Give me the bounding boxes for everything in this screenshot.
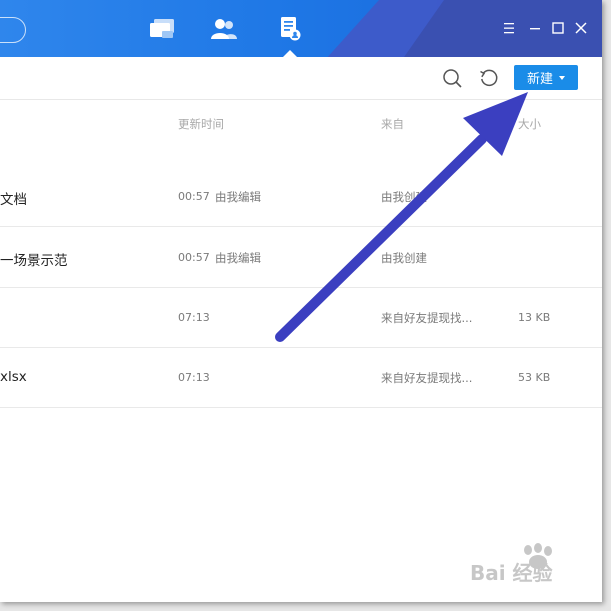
- nav-documents-tab[interactable]: [275, 15, 305, 43]
- title-bar: [0, 0, 602, 57]
- active-tab-indicator: [283, 50, 297, 57]
- chat-icon: [150, 19, 174, 38]
- chevron-down-icon: [559, 75, 565, 80]
- maximize-icon[interactable]: [549, 19, 567, 37]
- new-button[interactable]: 新建: [514, 65, 578, 90]
- minimize-icon[interactable]: [526, 19, 544, 37]
- watermark-text: Bai 经验: [470, 561, 553, 585]
- file-name: 一场景示范: [0, 253, 68, 269]
- column-header-size[interactable]: 大小: [518, 116, 541, 132]
- new-button-label: 新建: [526, 72, 553, 87]
- update-time: 00:57: [178, 251, 210, 264]
- nav-chat-tab[interactable]: [147, 15, 177, 43]
- editor-status: 由我编辑: [215, 190, 261, 204]
- file-source: 来自好友提现找...: [381, 311, 473, 325]
- update-time: 07:13: [178, 311, 210, 324]
- table-row[interactable]: 07:13 来自好友提现找... 13 KB: [0, 287, 602, 348]
- table-row[interactable]: 文档 00:57 由我编辑 由我创建: [0, 166, 602, 227]
- update-time: 07:13: [178, 371, 210, 384]
- column-header-source[interactable]: 来自: [381, 116, 404, 132]
- table-row[interactable]: 一场景示范 00:57 由我编辑 由我创建: [0, 227, 602, 288]
- watermark: Bai 经验: [470, 540, 598, 590]
- update-time: 00:57: [178, 190, 210, 203]
- global-search-box[interactable]: [0, 17, 26, 43]
- editor-status: 由我编辑: [215, 251, 261, 265]
- file-size: 13 KB: [518, 311, 551, 324]
- close-icon[interactable]: [572, 19, 590, 37]
- refresh-icon[interactable]: [478, 67, 500, 89]
- nav-contacts-tab[interactable]: [209, 15, 239, 43]
- contacts-icon: [211, 19, 237, 39]
- file-name: xlsx: [0, 369, 27, 385]
- file-name: 文档: [0, 192, 27, 208]
- file-size: 53 KB: [518, 371, 551, 384]
- table-row[interactable]: xlsx 07:13 来自好友提现找... 53 KB: [0, 347, 602, 408]
- document-icon: [281, 17, 301, 41]
- toolbar: 新建: [0, 57, 602, 100]
- search-icon[interactable]: [441, 67, 463, 89]
- menu-icon[interactable]: [500, 19, 518, 37]
- app-window: 新建 更新时间 来自 大小 文档 00:57 由我编辑 由我创建 一场景示范 0…: [0, 0, 602, 602]
- file-source: 来自好友提现找...: [381, 371, 473, 385]
- column-header-time[interactable]: 更新时间: [178, 116, 224, 132]
- file-source: 由我创建: [381, 190, 427, 204]
- file-source: 由我创建: [381, 251, 427, 265]
- paw-logo: Bai 经验: [470, 543, 553, 585]
